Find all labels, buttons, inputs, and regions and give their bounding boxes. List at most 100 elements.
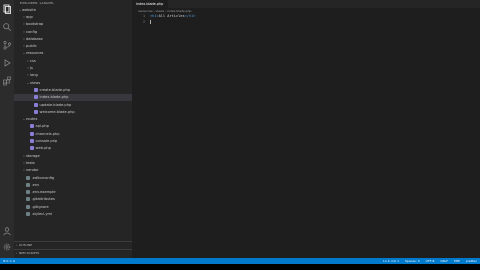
end-of-line[interactable]: CRLF — [440, 259, 448, 263]
tree-item-label: web.php — [35, 146, 51, 151]
tree-file[interactable]: .env — [14, 181, 132, 188]
account-icon[interactable] — [2, 226, 12, 236]
file-icon — [26, 190, 30, 195]
activity-bar — [0, 0, 14, 258]
source-control-icon[interactable] — [2, 40, 12, 50]
npm-scripts-label: NPM SCRIPTS — [19, 251, 40, 255]
vscode-window: EXPLORER: LARAVEL ⌄ website › app › bootstrap… — [0, 0, 480, 258]
file-icon — [26, 212, 30, 217]
file-icon — [26, 182, 30, 187]
tree-file[interactable]: web.php — [14, 145, 132, 152]
tree-item-label: routes — [26, 117, 38, 122]
tree-folder[interactable]: ⌄ resources — [14, 50, 132, 57]
tree-item-label: app — [26, 14, 33, 19]
php-file-icon — [34, 102, 38, 107]
tree-file[interactable]: index.blade.php — [14, 93, 132, 101]
php-file-icon — [30, 124, 34, 129]
indentation[interactable]: Spaces: 4 — [405, 259, 420, 263]
tree-item-label: bootstrap — [26, 22, 44, 27]
tree-item-label: tests — [26, 160, 35, 165]
tab-label: index.blade.php — [136, 2, 164, 6]
php-file-icon — [34, 109, 38, 114]
tree-item-label: .gitignore — [31, 204, 49, 209]
tree-item-label: .styleci.yml — [31, 212, 53, 217]
html-close-tag: </h1> — [184, 14, 196, 18]
tree-file[interactable]: .gitattributes — [14, 196, 132, 203]
php-file-icon — [30, 139, 34, 144]
tree-file[interactable]: api.php — [14, 123, 132, 130]
tree-folder[interactable]: › tests — [14, 159, 132, 166]
tree-folder[interactable]: › config — [14, 28, 132, 35]
outline-label: OUTLINE — [19, 243, 33, 247]
line-number: 2 — [142, 20, 145, 24]
tree-item-label: index.blade.php — [39, 95, 69, 100]
editor-tab-bar: index.blade.php — [132, 0, 480, 8]
problems-indicator[interactable]: ⊗ 0 ⚠ 0 — [3, 259, 15, 263]
tree-item-label: website — [22, 7, 36, 12]
tree-item-label: views — [30, 80, 41, 85]
tree-file[interactable]: update.blade.php — [14, 101, 132, 108]
tree-folder[interactable]: › app — [14, 13, 132, 20]
tree-item-label: console.php — [35, 139, 58, 144]
tree-item-label: js — [30, 66, 33, 71]
tree-file[interactable]: .gitignore — [14, 203, 132, 210]
tree-file[interactable]: welcome.blade.php — [14, 108, 132, 115]
tree-item-label: welcome.blade.php — [39, 109, 75, 114]
search-icon[interactable] — [2, 22, 12, 32]
tree-item-label: vendor — [26, 168, 39, 173]
tree-folder[interactable]: › bootstrap — [14, 21, 132, 28]
tree-folder[interactable]: › js — [14, 64, 132, 71]
code-text: All Articles — [158, 14, 185, 18]
tree-folder[interactable]: › css — [14, 57, 132, 64]
tree-item-label: .editorconfig — [31, 175, 55, 180]
tree-file[interactable]: .styleci.yml — [14, 210, 132, 217]
php-file-icon — [30, 146, 34, 151]
tree-item-label: channels.php — [35, 131, 60, 136]
settings-gear-icon[interactable] — [2, 242, 12, 252]
php-file-icon — [34, 87, 38, 92]
line-number-gutter: 1 2 — [132, 13, 148, 25]
prettier-status[interactable]: prettier — [466, 259, 477, 263]
file-icon — [26, 175, 30, 180]
php-file-icon — [30, 131, 34, 136]
tree-folder[interactable]: › lang — [14, 72, 132, 79]
tree-folder[interactable]: › database — [14, 35, 132, 42]
extensions-icon[interactable] — [2, 76, 12, 86]
tree-folder[interactable]: › storage — [14, 152, 132, 159]
encoding[interactable]: UTF-8 — [426, 259, 435, 263]
tree-file[interactable]: create.blade.php — [14, 86, 132, 93]
tree-folder[interactable]: ⌄ routes — [14, 116, 132, 123]
explorer-sidebar: EXPLORER: LARAVEL ⌄ website › app › bootstrap… — [14, 0, 132, 258]
tree-item-label: .env.example — [31, 190, 56, 195]
tree-folder[interactable]: ⌄ views — [14, 79, 132, 86]
tree-item-label: create.blade.php — [39, 87, 71, 92]
code-editor[interactable]: <h1>All Articles</h1> — [150, 13, 480, 25]
debug-icon[interactable] — [2, 58, 12, 68]
tree-item-label: storage — [26, 153, 40, 158]
tree-folder[interactable]: › vendor — [14, 167, 132, 174]
tree-file[interactable]: console.php — [14, 137, 132, 144]
tree-folder[interactable]: ⌄ website — [14, 6, 132, 13]
text-cursor — [150, 20, 151, 24]
tree-folder[interactable]: › public — [14, 43, 132, 50]
outline-section[interactable]: › OUTLINE — [14, 241, 132, 248]
tree-item-label: config — [26, 29, 37, 34]
cursor-position[interactable]: Ln 2, Col 1 — [383, 259, 399, 263]
npm-scripts-section[interactable]: › NPM SCRIPTS — [14, 249, 132, 256]
tree-file[interactable]: channels.php — [14, 130, 132, 137]
tree-file[interactable]: .env.example — [14, 189, 132, 196]
tab-index-blade[interactable]: index.blade.php — [132, 0, 168, 8]
tree-item-label: update.blade.php — [39, 102, 72, 107]
tree-item-label: api.php — [35, 124, 49, 129]
file-icon — [26, 197, 30, 202]
bottom-black-strip — [0, 264, 480, 270]
files-icon[interactable] — [2, 4, 12, 14]
tree-item-label: resources — [26, 51, 44, 56]
html-open-tag: <h1> — [150, 14, 159, 18]
tree-file[interactable]: .editorconfig — [14, 174, 132, 181]
language-mode[interactable]: PHP — [454, 259, 460, 263]
tree-item-label: public — [26, 44, 37, 49]
tree-item-label: lang — [30, 73, 38, 78]
tree-item-label: .gitattributes — [31, 197, 55, 202]
tree-item-label: .env — [31, 182, 40, 187]
